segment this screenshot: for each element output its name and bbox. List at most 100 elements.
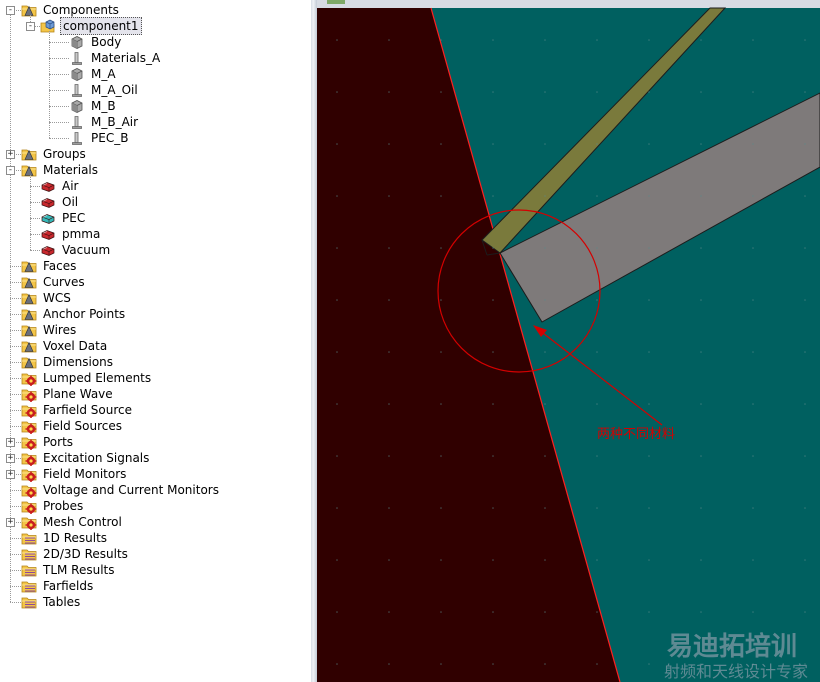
tree-item-material-pmma[interactable]: pmma [40,226,102,242]
grid-dot [440,559,442,561]
expand-toggle[interactable]: + [6,454,15,463]
grid-dot [700,195,702,197]
tree-item-material-vacuum[interactable]: Vacuum [40,242,112,258]
grid-dot [596,403,598,405]
tree-item-label: 1D Results [43,531,108,545]
tree-item-label: Groups [43,147,86,161]
tree-item-materials[interactable]: Materials [21,162,100,178]
grid-dot [440,403,442,405]
tree-item-1d-results[interactable]: 1D Results [21,530,109,546]
tree-item-label: M_A_Oil [91,83,138,97]
grid-dot [700,91,702,93]
grid-dot [804,351,806,353]
tree-item-tables[interactable]: Tables [21,594,82,610]
tree-guide-line [10,266,21,267]
expand-toggle[interactable]: + [6,438,15,447]
grid-dot [648,195,650,197]
grid-dot [388,559,390,561]
grid-dot [388,455,390,457]
grid-dot [596,351,598,353]
tree-item-field-sources[interactable]: Field Sources [21,418,124,434]
tree-item-pec-b[interactable]: PEC_B [69,130,130,146]
tree-item-anchor-points[interactable]: Anchor Points [21,306,127,322]
tree-item-wires[interactable]: Wires [21,322,78,338]
folder-icon [21,165,37,177]
collapse-toggle[interactable]: - [6,6,15,15]
results-folder-icon [21,549,37,561]
results-folder-icon [21,597,37,609]
tree-item-curves[interactable]: Curves [21,274,87,290]
sheet-solid-icon [72,84,82,97]
tree-item-lumped-elements[interactable]: Lumped Elements [21,370,153,386]
collapse-toggle[interactable]: - [6,166,15,175]
material-icon [41,182,55,192]
grid-dot [752,351,754,353]
source-folder-icon [21,389,37,402]
tree-item-label: Field Monitors [43,467,127,481]
tree-item-groups[interactable]: Groups [21,146,88,162]
tree-item-excitation-signals[interactable]: Excitation Signals [21,450,151,466]
grid-dot [752,403,754,405]
tree-guide-line [10,570,21,571]
tree-item-voltage-and-current-monitors[interactable]: Voltage and Current Monitors [21,482,221,498]
folder-icon [21,261,37,273]
grid-dot [440,247,442,249]
grid-dot [752,39,754,41]
tree-item-label: Farfield Source [43,403,133,417]
tree-item-material-air[interactable]: Air [40,178,80,194]
tree-item-material-pec[interactable]: PEC [40,210,87,226]
tree-item-ports[interactable]: Ports [21,434,75,450]
tree-item-body[interactable]: Body [69,34,123,50]
folder-icon [21,293,37,305]
grid-dot [648,403,650,405]
expand-toggle[interactable]: + [6,518,15,527]
tree-item-2d-3d-results[interactable]: 2D/3D Results [21,546,130,562]
grid-dot [492,455,494,457]
grid-dot [440,663,442,665]
tree-item-faces[interactable]: Faces [21,258,78,274]
tree-item-dimensions[interactable]: Dimensions [21,354,115,370]
grid-dot [596,39,598,41]
grid-dot [388,507,390,509]
source-folder-icon [21,517,37,530]
active-view-tab[interactable] [327,0,345,4]
tree-item-label: pmma [62,227,101,241]
source-folder-icon [21,373,37,386]
grid-dot [752,91,754,93]
tree-item-materials-a[interactable]: Materials_A [69,50,162,66]
tree-item-m-a[interactable]: M_A [69,66,118,82]
collapse-toggle[interactable]: - [26,22,35,31]
tree-item-m-b[interactable]: M_B [69,98,118,114]
tree-guide-line [10,378,21,379]
tree-item-tlm-results[interactable]: TLM Results [21,562,117,578]
tree-item-farfields[interactable]: Farfields [21,578,95,594]
grid-dot [336,39,338,41]
tree-item-components[interactable]: Components [21,2,121,18]
tree-item-farfield-source[interactable]: Farfield Source [21,402,134,418]
grid-dot [440,455,442,457]
grid-dot [648,299,650,301]
tree-item-plane-wave[interactable]: Plane Wave [21,386,115,402]
grid-dot [336,351,338,353]
grid-dot [336,91,338,93]
grid-dot [544,507,546,509]
tree-item-label: Air [62,179,79,193]
tree-item-material-oil[interactable]: Oil [40,194,80,210]
tree-item-label: Voxel Data [43,339,108,353]
tree-item-field-monitors[interactable]: Field Monitors [21,466,128,482]
expand-toggle[interactable]: + [6,150,15,159]
tree-item-voxel-data[interactable]: Voxel Data [21,338,109,354]
tree-item-m-b-air[interactable]: M_B_Air [69,114,140,130]
grid-dot [596,559,598,561]
grid-dot [596,195,598,197]
expand-toggle[interactable]: + [6,470,15,479]
grid-dot [336,403,338,405]
grid-dot [544,455,546,457]
tree-item-probes[interactable]: Probes [21,498,85,514]
tree-item-component1[interactable]: component1 [40,17,142,35]
tree-item-wcs[interactable]: WCS [21,290,73,306]
3d-viewport[interactable]: 两种不同材料 易迪拓培训 射频和天线设计专家 [317,0,820,682]
tree-item-label: Probes [43,499,84,513]
tree-item-mesh-control[interactable]: Mesh Control [21,514,124,530]
tree-item-m-a-oil[interactable]: M_A_Oil [69,82,140,98]
